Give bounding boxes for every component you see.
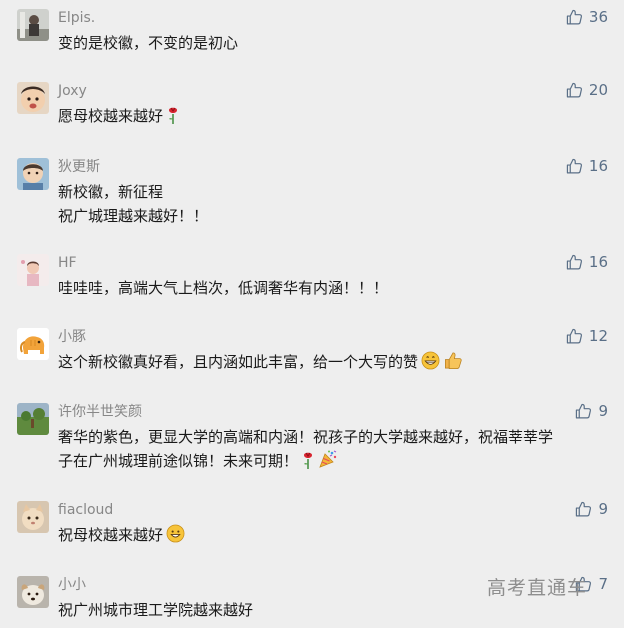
smile-icon	[166, 524, 185, 550]
grin-icon	[421, 351, 440, 377]
like-count: 20	[588, 81, 608, 99]
like-button[interactable]: 20	[566, 81, 608, 99]
like-count: 7	[598, 575, 608, 593]
comment-text: 祝母校越来越好	[58, 523, 558, 550]
like-count: 16	[588, 253, 608, 271]
avatar[interactable]	[17, 254, 49, 286]
rose-icon	[301, 451, 315, 476]
thumbs-up-outline-icon[interactable]	[575, 501, 592, 518]
comment-nickname[interactable]: fiacloud	[58, 501, 113, 519]
avatar[interactable]	[17, 9, 49, 41]
comment-nickname[interactable]: Elpis.	[58, 9, 95, 27]
comment-nickname[interactable]: HF	[58, 254, 77, 272]
rose-icon	[166, 106, 180, 131]
comment-text: 祝广州城市理工学院越来越好	[58, 598, 558, 622]
like-count: 36	[588, 8, 608, 26]
thumbs-up-emoji-icon	[443, 351, 463, 377]
comment-line: 哇哇哇，高端大气上档次，低调奢华有内涵！！！	[58, 279, 389, 297]
comment-text: 变的是校徽，不变的是初心	[58, 31, 558, 55]
like-button[interactable]: 12	[566, 327, 608, 345]
avatar[interactable]	[17, 576, 49, 608]
like-button[interactable]: 16	[566, 157, 608, 175]
comment-line: 子在广州城理前途似锦！未来可期！	[58, 449, 558, 476]
comment-line-text: 这个新校徽真好看，且内涵如此丰富，给一个大写的赞	[58, 353, 419, 371]
comment-line-text: 子在广州城理前途似锦！未来可期！	[58, 452, 299, 470]
comment-nickname[interactable]: 小豚	[58, 328, 86, 346]
comment-nickname[interactable]: 许你半世笑颜	[58, 403, 142, 421]
like-count: 9	[598, 500, 608, 518]
avatar[interactable]	[17, 501, 49, 533]
thumbs-up-outline-icon[interactable]	[566, 82, 583, 99]
comment-text: 这个新校徽真好看，且内涵如此丰富，给一个大写的赞	[58, 350, 558, 377]
party-popper-icon	[318, 449, 338, 476]
thumbs-up-outline-icon[interactable]	[566, 158, 583, 175]
thumbs-up-outline-icon[interactable]	[566, 9, 583, 26]
comment-nickname[interactable]: Joxy	[58, 82, 87, 100]
comment-line-text: 祝母校越来越好	[58, 526, 164, 544]
avatar[interactable]	[17, 82, 49, 114]
comment-text: 愿母校越来越好	[58, 104, 558, 131]
like-button[interactable]: 9	[575, 402, 608, 420]
comment-line: 祝广州城市理工学院越来越好	[58, 601, 254, 619]
like-button[interactable]: 16	[566, 253, 608, 271]
comment-line: 奢华的紫色，更显大学的高端和内涵！祝孩子的大学越来越好，祝福莘莘学	[58, 428, 554, 446]
avatar[interactable]	[17, 158, 49, 190]
thumbs-up-outline-icon[interactable]	[566, 254, 583, 271]
comment-line: 这个新校徽真好看，且内涵如此丰富，给一个大写的赞	[58, 350, 558, 377]
thumbs-up-outline-icon[interactable]	[575, 403, 592, 420]
comment-line: 祝母校越来越好	[58, 523, 558, 550]
comment-text: 哇哇哇，高端大气上档次，低调奢华有内涵！！！	[58, 276, 558, 300]
comment-line: 新校徽，新征程	[58, 183, 164, 201]
like-count: 16	[588, 157, 608, 175]
avatar[interactable]	[17, 403, 49, 435]
thumbs-up-outline-icon[interactable]	[566, 328, 583, 345]
like-button[interactable]: 9	[575, 500, 608, 518]
like-count: 9	[598, 402, 608, 420]
comment-line: 祝广城理越来越好！！	[58, 207, 209, 225]
comment-text: 新校徽，新征程 祝广城理越来越好！！	[58, 180, 558, 228]
like-button[interactable]: 36	[566, 8, 608, 26]
comment-line: 变的是校徽，不变的是初心	[58, 34, 239, 52]
comment-nickname[interactable]: 狄更斯	[58, 158, 100, 176]
comment-nickname[interactable]: 小小	[58, 576, 86, 594]
comment-line: 愿母校越来越好	[58, 104, 558, 131]
comment-text: 奢华的紫色，更显大学的高端和内涵！祝孩子的大学越来越好，祝福莘莘学 子在广州城理…	[58, 425, 558, 476]
watermark: 高考直通车	[487, 577, 588, 599]
avatar[interactable]	[17, 328, 49, 360]
like-count: 12	[588, 327, 608, 345]
comment-line-text: 愿母校越来越好	[58, 107, 164, 125]
